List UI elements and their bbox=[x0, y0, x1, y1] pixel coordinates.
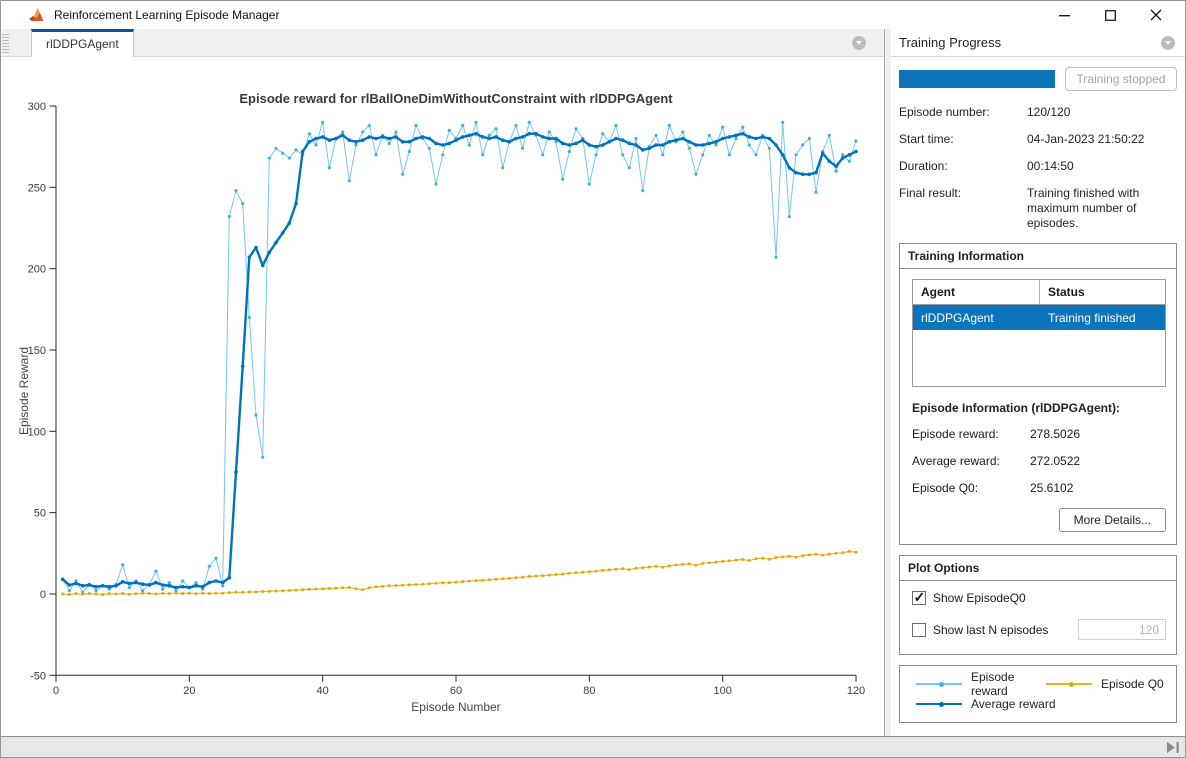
agent-column-header: Agent bbox=[913, 280, 1040, 304]
n-episodes-input[interactable] bbox=[1078, 619, 1166, 640]
training-stopped-button[interactable]: Training stopped bbox=[1065, 67, 1177, 91]
table-header-row: Agent Status bbox=[913, 280, 1165, 305]
average-reward-legend-label: Average reward bbox=[971, 697, 1075, 711]
chart-series bbox=[61, 121, 858, 596]
close-icon bbox=[1150, 9, 1162, 21]
episode-q0-legend-label: Episode Q0 bbox=[1101, 677, 1176, 691]
maximize-button[interactable] bbox=[1087, 1, 1133, 29]
panel-collapse-icon[interactable] bbox=[1161, 36, 1175, 50]
svg-text:40: 40 bbox=[317, 685, 329, 697]
x-axis-label: Episode Number bbox=[411, 700, 500, 714]
window-title: Reinforcement Learning Episode Manager bbox=[54, 8, 279, 22]
show-episodeq0-checkbox[interactable] bbox=[912, 591, 926, 605]
panel-divider[interactable] bbox=[884, 29, 891, 736]
training-progress-bar bbox=[899, 70, 1055, 88]
episode-q0-value: 25.6102 bbox=[1030, 481, 1073, 495]
episode-number-value: 120/120 bbox=[1027, 105, 1177, 120]
chart-axes: -50 0 50 100 150 200 250 300 0 20 40 60 80 100 120 bbox=[28, 101, 866, 697]
training-information-box: Training Information Agent Status rlDDPG… bbox=[899, 243, 1177, 545]
average-reward-legend-line bbox=[916, 703, 962, 705]
matlab-logo-icon bbox=[29, 8, 46, 23]
duration-label: Duration: bbox=[899, 159, 1027, 174]
training-information-title: Training Information bbox=[900, 244, 1176, 269]
svg-text:200: 200 bbox=[28, 264, 46, 276]
episode-reward-value: 278.5026 bbox=[1030, 427, 1080, 441]
agent-status-table: Agent Status rlDDPGAgent Training finish… bbox=[912, 279, 1166, 387]
show-last-n-checkbox[interactable] bbox=[912, 623, 926, 637]
training-progress-panel: Training Progress Training stopped Episo… bbox=[891, 29, 1186, 736]
maximize-icon bbox=[1105, 10, 1116, 21]
chart-legend: Episode reward Episode Q0 Average reward bbox=[899, 665, 1177, 723]
tab-rlddpgagent[interactable]: rlDDPGAgent bbox=[31, 29, 134, 57]
episode-reward-label: Episode reward: bbox=[912, 427, 1030, 441]
svg-text:120: 120 bbox=[847, 685, 865, 697]
status-cell: Training finished bbox=[1040, 305, 1165, 330]
tab-label: rlDDPGAgent bbox=[46, 37, 119, 51]
svg-text:50: 50 bbox=[34, 508, 46, 520]
tabstrip-collapse-icon[interactable] bbox=[852, 36, 866, 50]
svg-text:100: 100 bbox=[28, 426, 46, 438]
duration-value: 00:14:50 bbox=[1027, 159, 1177, 174]
table-empty-area bbox=[913, 330, 1165, 386]
more-details-button[interactable]: More Details... bbox=[1059, 508, 1166, 532]
close-button[interactable] bbox=[1133, 1, 1179, 29]
minimize-icon bbox=[1059, 10, 1070, 21]
episode-q0-label: Episode Q0: bbox=[912, 481, 1030, 495]
tab-strip: rlDDPGAgent bbox=[1, 29, 884, 57]
final-result-label: Final result: bbox=[899, 186, 1027, 231]
agent-cell: rlDDPGAgent bbox=[913, 305, 1040, 330]
plot-options-title: Plot Options bbox=[900, 556, 1176, 581]
final-result-value: Training finished with maximum number of… bbox=[1027, 186, 1177, 231]
panel-title: Training Progress bbox=[899, 35, 1001, 50]
episode-reward-legend-line bbox=[916, 683, 962, 685]
chart-title: Episode reward for rlBallOneDimWithoutCo… bbox=[239, 91, 673, 106]
svg-text:60: 60 bbox=[450, 685, 462, 697]
plot-panel: Episode reward for rlBallOneDimWithoutCo… bbox=[1, 57, 884, 736]
average-reward-value: 272.0522 bbox=[1030, 454, 1080, 468]
svg-text:20: 20 bbox=[183, 685, 195, 697]
start-time-value: 04-Jan-2023 21:50:22 bbox=[1027, 132, 1177, 147]
episode-reward-legend-label: Episode reward bbox=[971, 670, 1046, 698]
svg-text:0: 0 bbox=[40, 589, 46, 601]
episode-q0-legend-line bbox=[1046, 683, 1092, 685]
start-time-label: Start time: bbox=[899, 132, 1027, 147]
status-column-header: Status bbox=[1040, 280, 1165, 304]
svg-text:0: 0 bbox=[53, 685, 59, 697]
table-row[interactable]: rlDDPGAgent Training finished bbox=[913, 305, 1165, 330]
average-reward-label: Average reward: bbox=[912, 454, 1030, 468]
svg-text:150: 150 bbox=[28, 345, 46, 357]
episode-information-title: Episode Information (rlDDPGAgent): bbox=[912, 401, 1166, 415]
svg-text:300: 300 bbox=[28, 101, 46, 113]
svg-text:250: 250 bbox=[28, 182, 46, 194]
series-episode-q0 bbox=[61, 550, 857, 596]
app-window: Reinforcement Learning Episode Manager r… bbox=[0, 0, 1186, 758]
show-episodeq0-label: Show EpisodeQ0 bbox=[933, 591, 1026, 605]
titlebar: Reinforcement Learning Episode Manager bbox=[1, 1, 1186, 29]
series-average-reward bbox=[61, 132, 858, 589]
expand-right-icon[interactable] bbox=[1167, 742, 1180, 753]
svg-text:-50: -50 bbox=[30, 670, 46, 682]
drag-grip-icon[interactable] bbox=[2, 32, 9, 54]
series-episode-reward bbox=[61, 121, 858, 594]
y-axis-label: Episode Reward bbox=[17, 347, 31, 435]
bottom-scroll-strip[interactable] bbox=[1, 736, 1186, 758]
progress-fill bbox=[899, 70, 1055, 88]
minimize-button[interactable] bbox=[1041, 1, 1087, 29]
episode-reward-chart: Episode reward for rlBallOneDimWithoutCo… bbox=[1, 57, 884, 736]
svg-text:100: 100 bbox=[713, 685, 731, 697]
plot-options-box: Plot Options Show EpisodeQ0 Show last N … bbox=[899, 555, 1177, 655]
show-last-n-label: Show last N episodes bbox=[933, 623, 1048, 637]
svg-text:80: 80 bbox=[583, 685, 595, 697]
episode-number-label: Episode number: bbox=[899, 105, 1027, 120]
